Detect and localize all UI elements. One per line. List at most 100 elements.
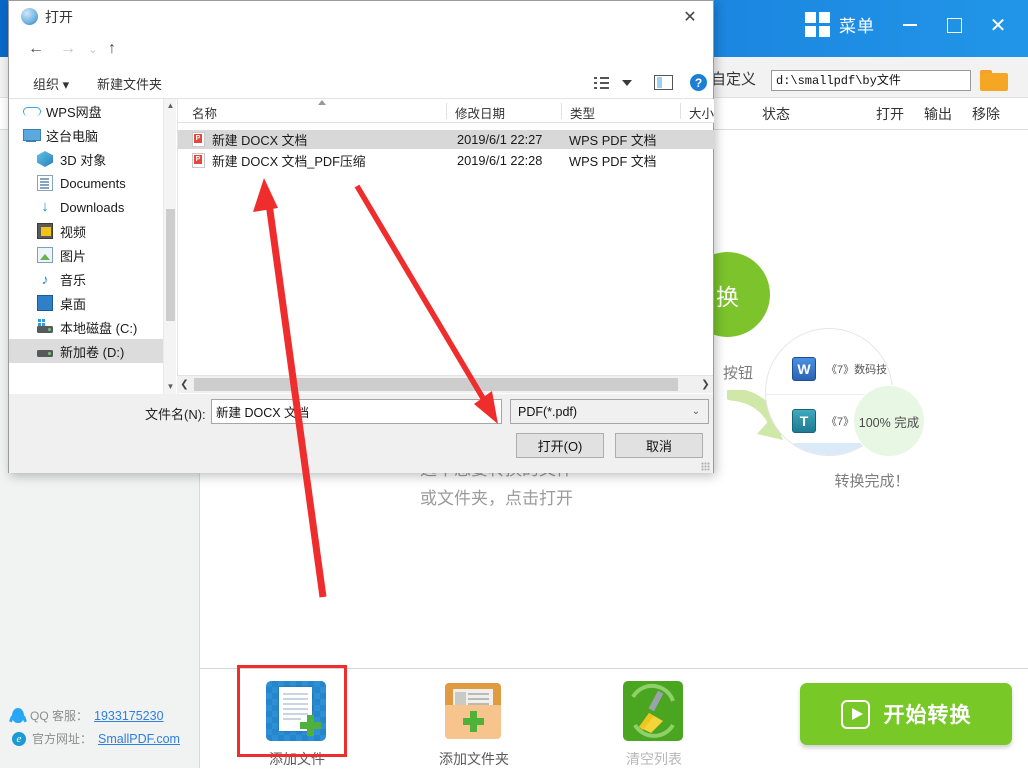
file-list-horizontal-scrollbar[interactable]: ❮ ❯ xyxy=(177,375,713,393)
maximize-button[interactable] xyxy=(932,10,976,40)
file-date: 2019/6/1 22:28 xyxy=(457,153,569,168)
tree-scrollbar[interactable]: ▲ ▼ xyxy=(163,99,176,394)
start-convert-button[interactable]: 开始转换 xyxy=(800,683,1012,745)
site-label: 官方网址： xyxy=(32,730,92,747)
column-size[interactable]: 大小 xyxy=(689,103,714,122)
file-type: WPS PDF 文档 xyxy=(569,151,689,170)
pdf-file-icon xyxy=(192,132,205,147)
tree-item-label: 音乐 xyxy=(60,270,86,289)
chevron-down-icon[interactable] xyxy=(622,80,632,86)
dialog-close-button[interactable]: ✕ xyxy=(667,1,713,32)
add-folder-button[interactable]: 添加文件夹 xyxy=(414,681,534,769)
cancel-button[interactable]: 取消 xyxy=(615,433,703,458)
add-file-highlight-box xyxy=(237,665,347,757)
back-button[interactable]: ← xyxy=(23,36,49,62)
tree-item-videos[interactable]: 视频 xyxy=(9,219,163,243)
filename-label: 文件名(N): xyxy=(145,404,206,423)
tree-item-label: 桌面 xyxy=(60,294,86,313)
tree-item-label: 图片 xyxy=(60,246,86,265)
tree-item-this-pc[interactable]: 这台电脑 xyxy=(9,123,163,147)
sort-ascending-icon xyxy=(318,100,326,105)
new-folder-button[interactable]: 新建文件夹 xyxy=(97,74,162,93)
table-row[interactable]: 新建 DOCX 文档_PDF压缩 2019/6/1 22:28 WPS PDF … xyxy=(178,151,714,170)
open-file-dialog: 打开 ✕ ← → ⌄ ↑ « 新加卷 (D:) › smallpdf › by文… xyxy=(8,0,714,473)
progress-strip xyxy=(794,443,866,455)
dialog-toolbar: 组织 ▾ 新建文件夹 ? xyxy=(9,66,713,99)
dialog-app-icon xyxy=(21,8,38,25)
close-button[interactable]: ✕ xyxy=(976,10,1020,40)
column-name[interactable]: 名称 xyxy=(192,103,217,122)
illustration-caption: 转换完成！ xyxy=(782,470,962,491)
tree-item-label: Documents xyxy=(60,176,126,191)
site-link[interactable]: SmallPDF.com xyxy=(98,732,180,746)
tree-item-label: 本地磁盘 (C:) xyxy=(60,318,137,337)
chevron-down-icon[interactable]: ⌄ xyxy=(684,406,708,417)
view-list-icon[interactable] xyxy=(594,77,610,89)
pictures-icon xyxy=(37,247,53,263)
play-icon xyxy=(841,700,870,729)
tree-item-label: 新加卷 (D:) xyxy=(60,342,124,361)
open-button[interactable]: 打开(O) xyxy=(516,433,604,458)
col-open: 打开 xyxy=(876,104,904,124)
menu-label: 菜单 xyxy=(839,12,875,37)
minimize-button[interactable] xyxy=(888,10,932,40)
tree-item-3d-objects[interactable]: 3D 对象 xyxy=(9,147,163,171)
music-icon: ♪ xyxy=(37,271,53,287)
organize-button[interactable]: 组织 ▾ xyxy=(33,74,69,93)
tree-item-music[interactable]: ♪ 音乐 xyxy=(9,267,163,291)
qq-number-link[interactable]: 1933175230 xyxy=(94,709,164,723)
dialog-nav-bar: ← → ⌄ ↑ « 新加卷 (D:) › smallpdf › by文件 ⌄ ↻… xyxy=(9,32,713,66)
tree-item-documents[interactable]: Documents xyxy=(9,171,163,195)
browser-icon: e xyxy=(12,732,26,746)
pdf-file-icon xyxy=(192,153,205,168)
qq-support: QQ 客服： 1933175230 xyxy=(12,707,164,724)
help-icon[interactable]: ? xyxy=(690,74,707,91)
col-output: 输出 xyxy=(924,104,952,124)
filename-value: 新建 DOCX 文档 xyxy=(216,402,309,421)
tree-item-label: 3D 对象 xyxy=(60,150,106,169)
qq-label: QQ 客服： xyxy=(30,707,88,724)
tree-item-pictures[interactable]: 图片 xyxy=(9,243,163,267)
forward-button[interactable]: → xyxy=(55,36,81,62)
output-path-input[interactable]: d:\smallpdf\by文件 xyxy=(771,70,971,91)
scroll-down-icon[interactable]: ▼ xyxy=(164,380,177,394)
menu-button[interactable]: 菜单 xyxy=(805,12,875,37)
tree-item-desktop[interactable]: 桌面 xyxy=(9,291,163,315)
chevron-down-icon[interactable]: ⌄ xyxy=(479,406,501,417)
folder-icon[interactable] xyxy=(980,70,1010,92)
file-date: 2019/6/1 22:27 xyxy=(457,132,569,147)
scroll-left-icon[interactable]: ❮ xyxy=(177,376,192,393)
scroll-right-icon[interactable]: ❯ xyxy=(698,376,713,393)
dialog-footer: 文件名(N): 新建 DOCX 文档 ⌄ PDF(*.pdf) ⌄ 打开(O) … xyxy=(9,394,713,473)
scroll-up-icon[interactable]: ▲ xyxy=(164,99,177,113)
tree-item-wps-cloud[interactable]: WPS网盘 xyxy=(9,99,163,123)
scroll-thumb[interactable] xyxy=(194,378,678,391)
preview-pane-icon[interactable] xyxy=(654,75,673,90)
tree-item-label: WPS网盘 xyxy=(46,102,102,121)
grid-menu-icon xyxy=(805,12,830,37)
clear-list-button[interactable]: 清空列表 xyxy=(594,681,714,769)
video-icon xyxy=(37,223,53,239)
pc-icon xyxy=(23,127,39,143)
up-button[interactable]: ↑ xyxy=(99,36,125,62)
tree-item-local-disk-c[interactable]: 本地磁盘 (C:) xyxy=(9,315,163,339)
text-file-icon: T xyxy=(792,409,816,433)
filename-input[interactable]: 新建 DOCX 文档 ⌄ xyxy=(211,399,502,424)
table-row[interactable]: 新建 DOCX 文档 2019/6/1 22:27 WPS PDF 文档 xyxy=(178,130,714,149)
scroll-thumb[interactable] xyxy=(166,209,175,321)
column-date[interactable]: 修改日期 xyxy=(455,103,505,122)
file-list: 名称 修改日期 类型 大小 新建 DOCX 文档 2019/6/1 22:27 … xyxy=(177,99,713,394)
tree-item-label: Downloads xyxy=(60,200,124,215)
qq-icon xyxy=(12,708,24,723)
tree-item-downloads[interactable]: ↓Downloads xyxy=(9,195,163,219)
resize-grip[interactable] xyxy=(701,462,710,471)
column-type[interactable]: 类型 xyxy=(570,103,595,122)
filetype-value: PDF(*.pdf) xyxy=(518,405,577,419)
file-name: 新建 DOCX 文档_PDF压缩 xyxy=(212,151,457,170)
start-convert-label: 开始转换 xyxy=(884,699,972,729)
add-folder-icon xyxy=(443,681,505,743)
tree-item-new-volume-d[interactable]: 新加卷 (D:) xyxy=(9,339,163,363)
file-type: WPS PDF 文档 xyxy=(569,130,689,149)
filetype-select[interactable]: PDF(*.pdf) ⌄ xyxy=(510,399,709,424)
add-folder-label: 添加文件夹 xyxy=(414,749,534,769)
